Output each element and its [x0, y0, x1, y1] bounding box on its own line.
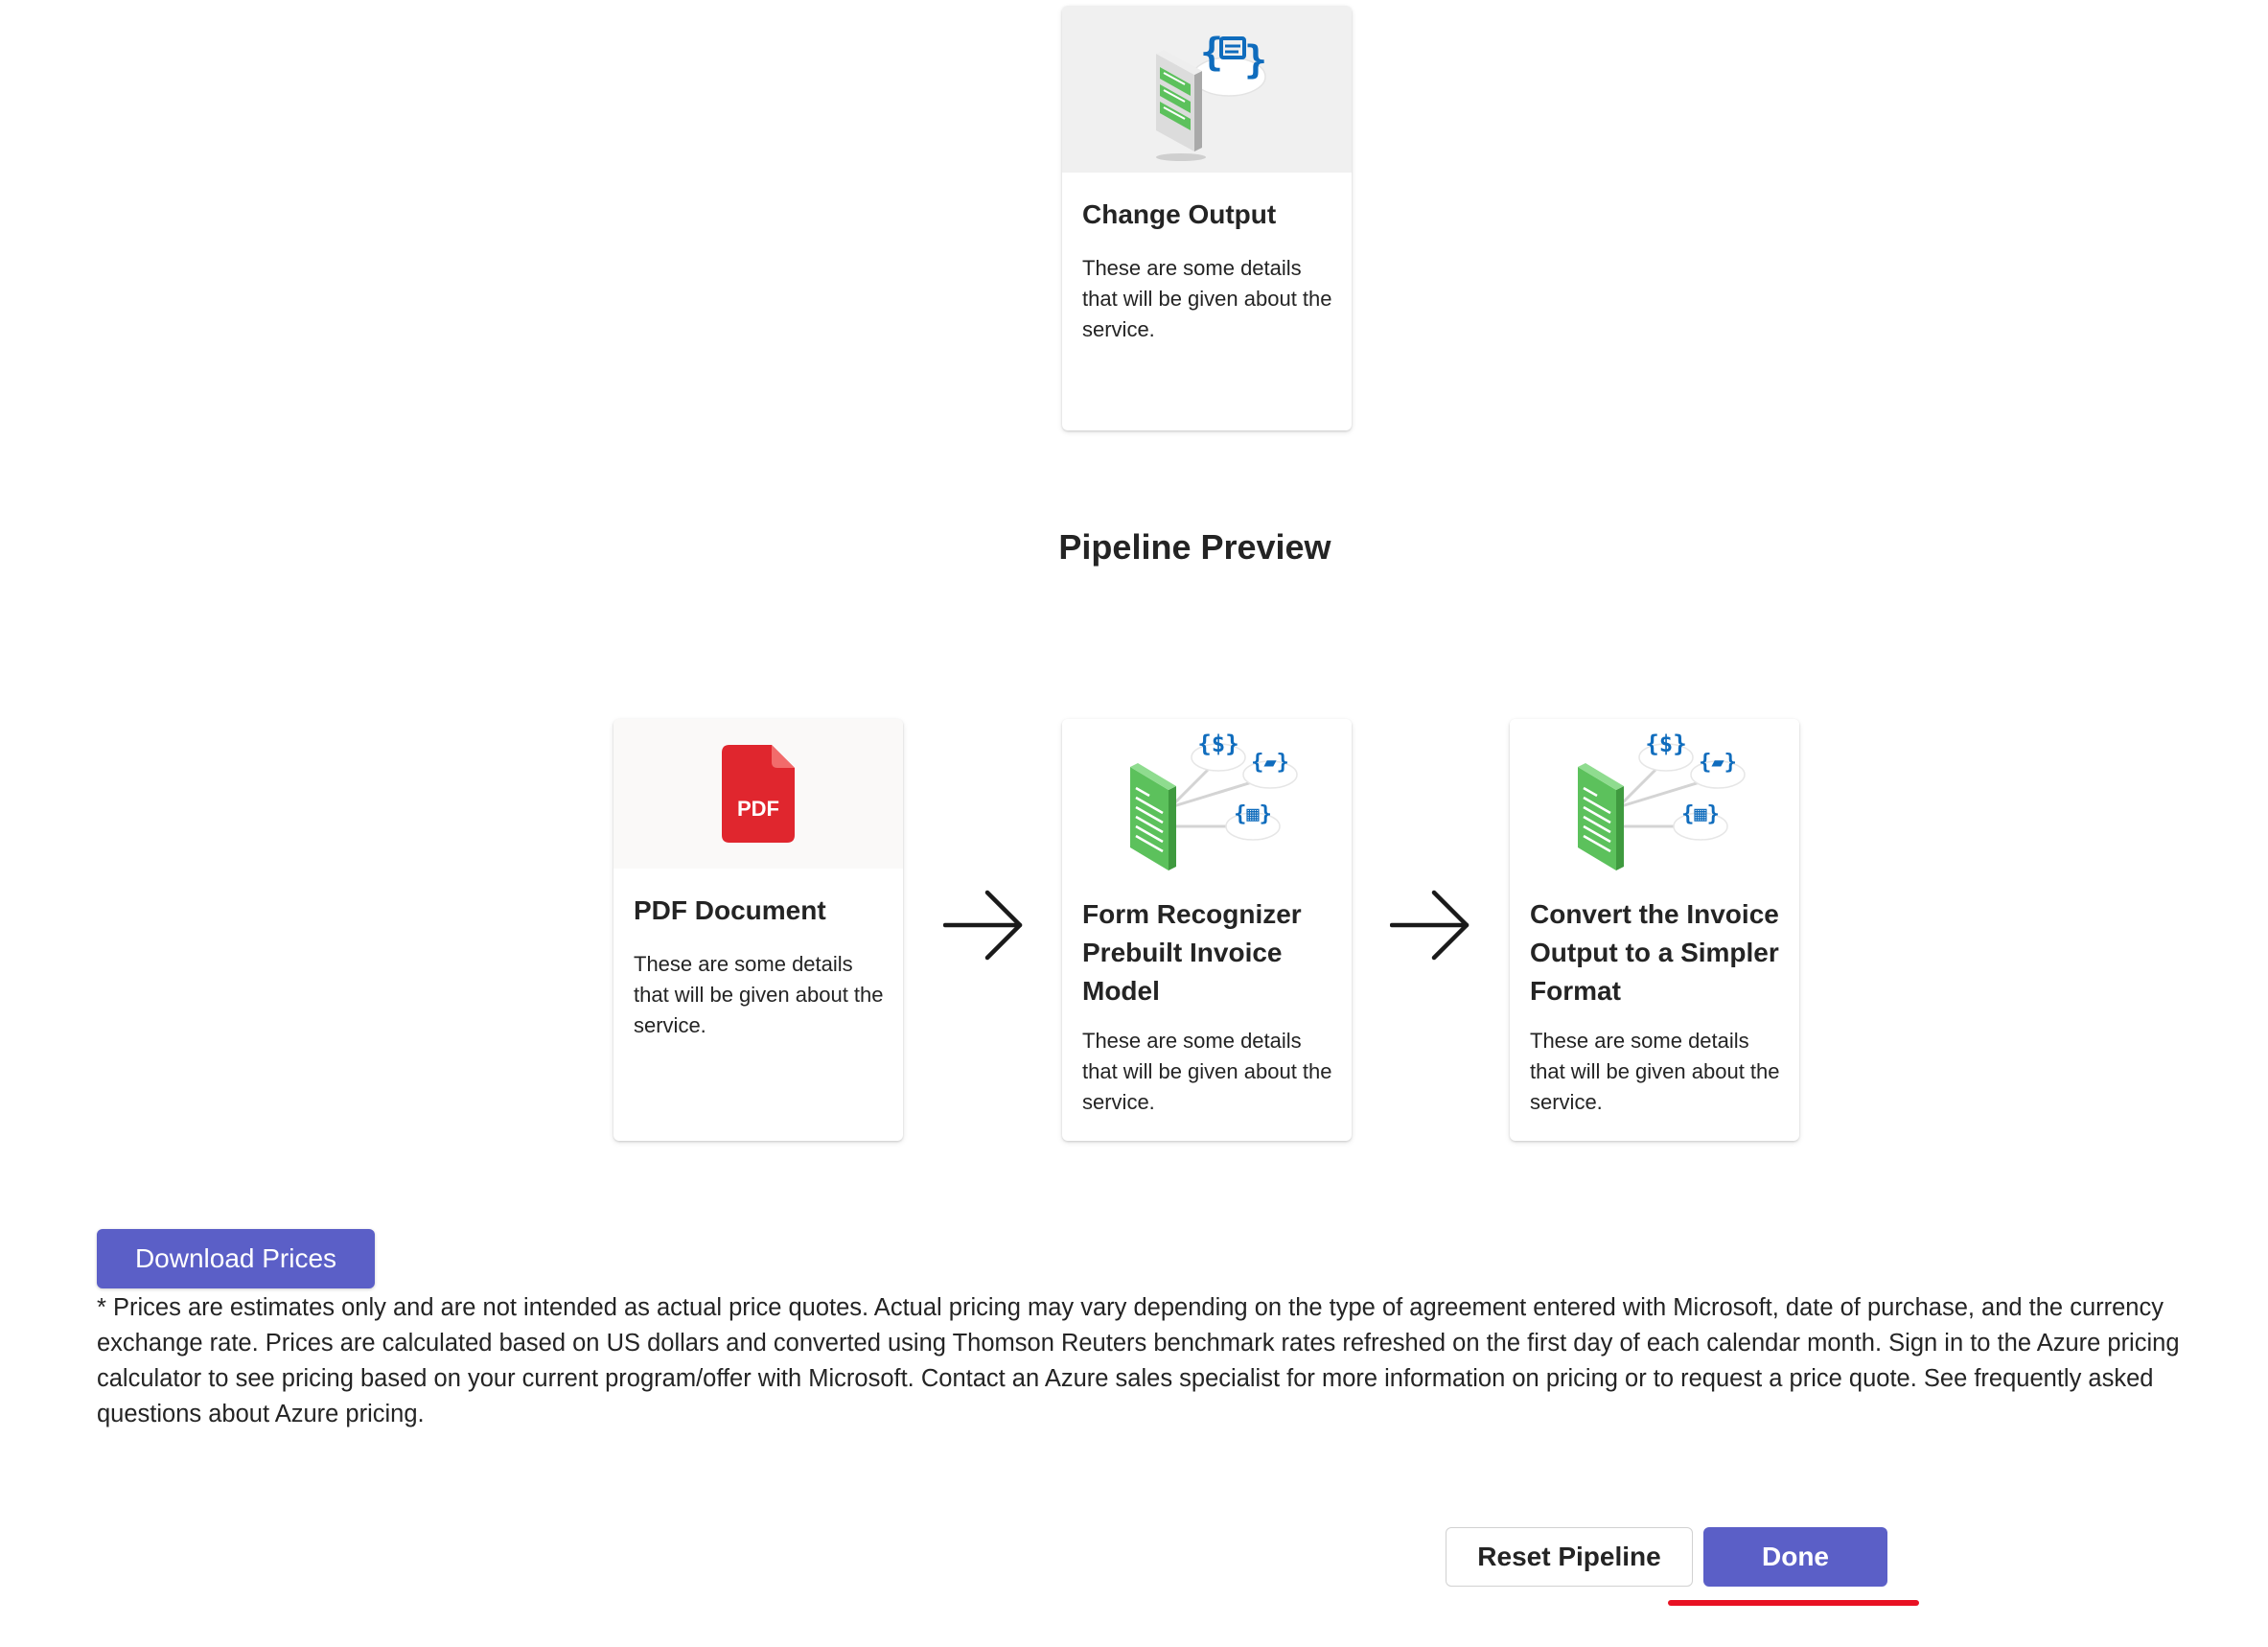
- invoice-extraction-icon: {$} {▰} {▦}: [1130, 731, 1298, 870]
- card-description: These are some details that will be give…: [1082, 1029, 1332, 1114]
- pdf-icon-label: PDF: [737, 797, 779, 821]
- download-prices-button[interactable]: Download Prices: [97, 1229, 375, 1288]
- done-button[interactable]: Done: [1703, 1527, 1887, 1587]
- svg-text:}: }: [1244, 38, 1267, 82]
- pricing-disclaimer: * Prices are estimates only and are not …: [97, 1294, 2180, 1427]
- card-title: Convert the Invoice Output to a Simpler …: [1530, 899, 1779, 1006]
- svg-text:{▰}: {▰}: [1251, 751, 1289, 775]
- card-thumbnail: {$} {▰} {▦}: [1062, 719, 1352, 878]
- change-output-card[interactable]: { } Change Output These are some details…: [1062, 6, 1352, 430]
- card-title: Change Output: [1082, 199, 1277, 229]
- arrow-right-icon: [1390, 890, 1470, 961]
- document-to-json-icon: { }: [1156, 31, 1267, 161]
- pdf-file-icon: PDF: [722, 745, 795, 843]
- svg-text:{$}: {$}: [1645, 731, 1686, 757]
- svg-text:{▦}: {▦}: [1681, 802, 1720, 826]
- pipeline-card-form-recognizer[interactable]: {$} {▰} {▦} Form Recognizer Prebuilt Inv…: [1062, 719, 1352, 1141]
- card-thumbnail: {$} {▰} {▦}: [1510, 719, 1799, 878]
- pipeline-card-pdf-document[interactable]: PDF PDF Document These are some details …: [613, 719, 903, 1141]
- svg-text:{▦}: {▦}: [1234, 802, 1272, 826]
- card-thumbnail: { }: [1062, 6, 1352, 173]
- card-description: These are some details that will be give…: [1082, 256, 1332, 341]
- pipeline-card-convert-invoice-output[interactable]: {$} {▰} {▦} Convert the Invoice Output t…: [1510, 719, 1799, 1141]
- card-description: These are some details that will be give…: [1530, 1029, 1780, 1114]
- pipeline-preview-heading: Pipeline Preview: [1058, 527, 1331, 567]
- card-description: These are some details that will be give…: [634, 952, 884, 1037]
- reset-pipeline-button[interactable]: Reset Pipeline: [1446, 1527, 1693, 1587]
- card-title: PDF Document: [634, 895, 826, 925]
- highlight-underline: [1668, 1600, 1919, 1606]
- card-thumbnail: PDF: [613, 719, 903, 869]
- arrow-right-icon: [943, 890, 1023, 961]
- svg-text:{$}: {$}: [1197, 731, 1238, 757]
- svg-text:{▰}: {▰}: [1699, 751, 1737, 775]
- invoice-extraction-icon: {$} {▰} {▦}: [1578, 731, 1746, 870]
- card-title: Form Recognizer Prebuilt Invoice Model: [1082, 899, 1302, 1006]
